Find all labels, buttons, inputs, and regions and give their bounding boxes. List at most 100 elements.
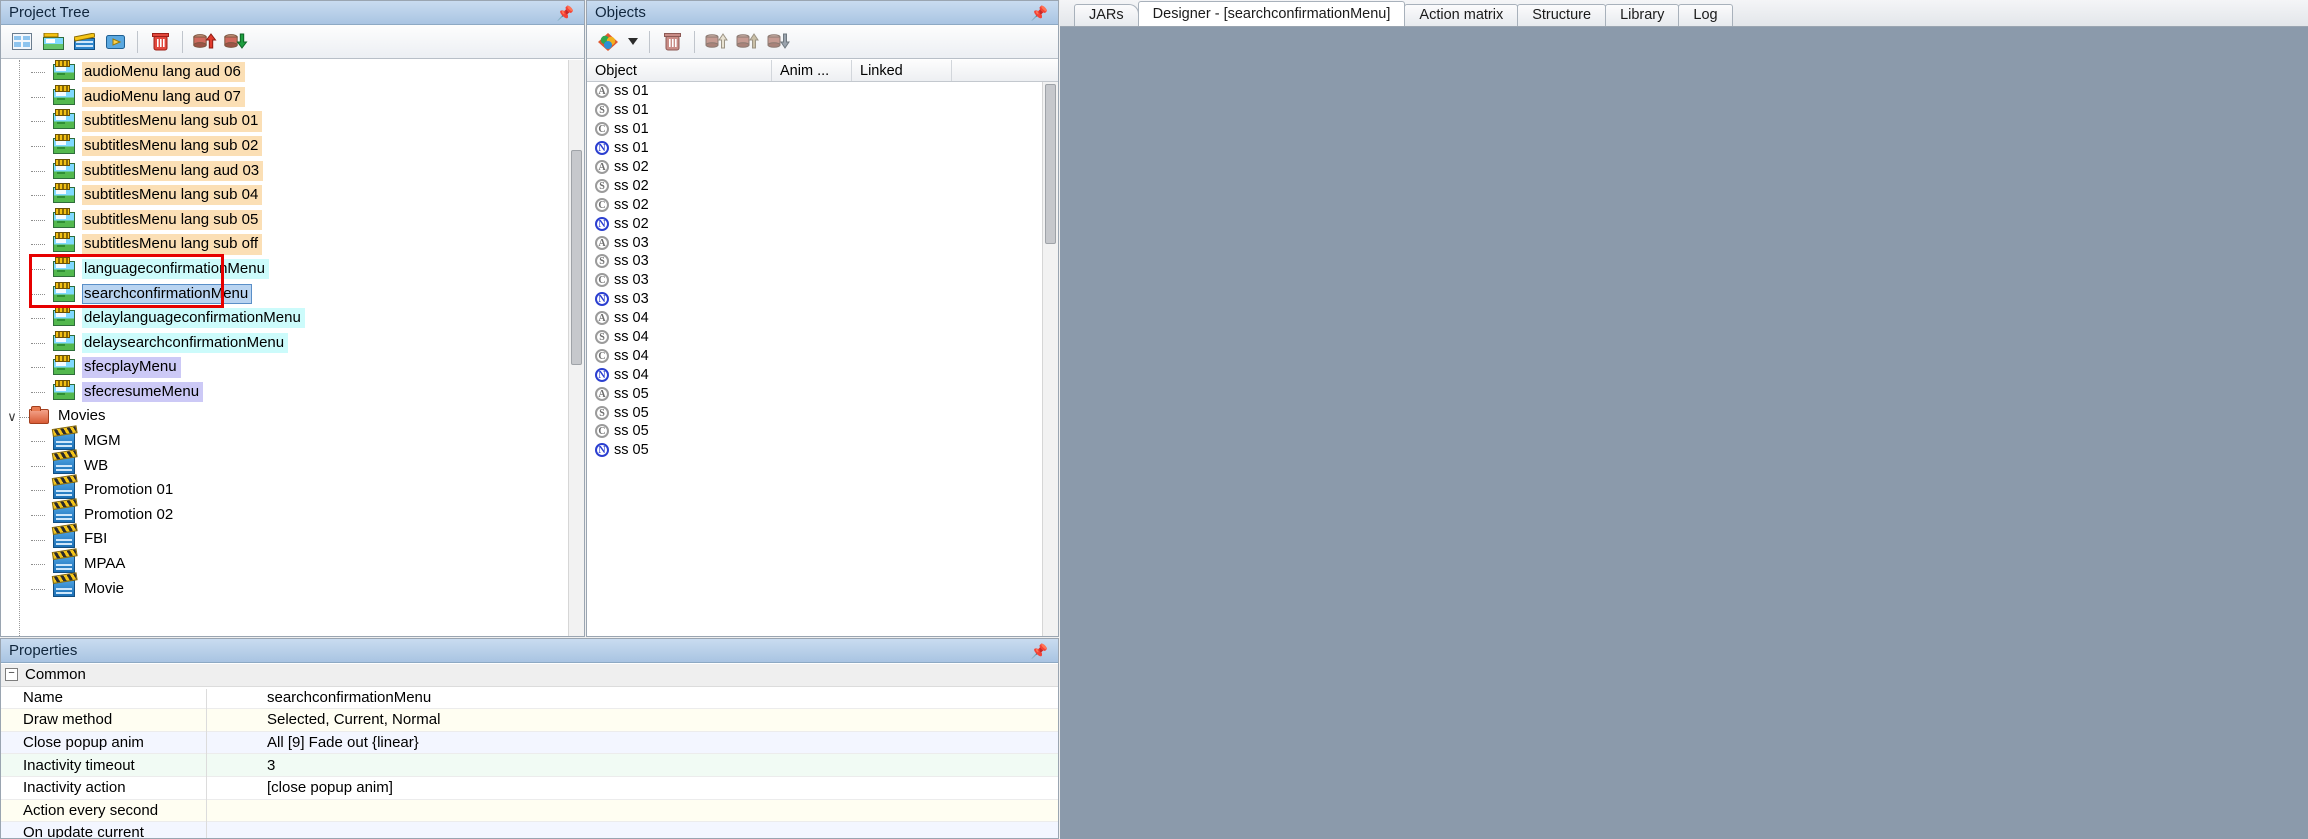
tree-item-subtitlesmenu-lang-aud-03[interactable]: subtitlesMenu lang aud 03 <box>1 158 584 183</box>
project-tree-scrollbar[interactable] <box>568 60 584 636</box>
tab-structure[interactable]: Structure <box>1517 4 1607 26</box>
tree-item-searchconfirmationmenu[interactable]: searchconfirmationMenu <box>1 281 584 306</box>
tree-item-sfecplaymenu[interactable]: sfecplayMenu <box>1 355 584 380</box>
tree-item-mgm[interactable]: MGM <box>1 429 584 454</box>
object-row-label: ss 03 <box>614 291 649 308</box>
property-row[interactable]: Inactivity timeout 3 <box>1 754 1058 777</box>
tree-item-subtitlesmenu-lang-sub-02[interactable]: subtitlesMenu lang sub 02 <box>1 134 584 159</box>
object-row[interactable]: Nss 02 <box>587 214 1058 233</box>
tab-log[interactable]: Log <box>1678 4 1733 26</box>
tree-item-movies[interactable]: ∨ Movies <box>1 404 584 429</box>
object-row[interactable]: Nss 01 <box>587 139 1058 158</box>
column-header-anim[interactable]: Anim ... <box>772 60 852 81</box>
new-playlist-button[interactable] <box>102 29 128 55</box>
tree-item-fbi[interactable]: FBI <box>1 527 584 552</box>
tree-item-audiomenu-lang-aud-07[interactable]: audioMenu lang aud 07 <box>1 84 584 110</box>
tree-item-label: subtitlesMenu lang sub off <box>82 234 263 255</box>
tree-item-movie[interactable]: Movie <box>1 576 584 601</box>
property-value[interactable]: Selected, Current, Normal <box>261 711 1058 728</box>
object-row[interactable]: Nss 04 <box>587 365 1058 384</box>
object-row[interactable]: Ass 02 <box>587 158 1058 177</box>
column-header-linked[interactable]: Linked <box>852 60 952 81</box>
tree-connector <box>31 331 53 356</box>
property-row[interactable]: Action every second <box>1 799 1058 823</box>
collapse-icon[interactable]: − <box>5 668 18 682</box>
property-value[interactable]: All [9] Fade out {linear} <box>261 734 1058 751</box>
new-scene-button[interactable] <box>40 29 66 55</box>
tree-item-mpaa[interactable]: MPAA <box>1 552 584 577</box>
object-raise-button[interactable] <box>735 29 761 55</box>
tree-connector <box>31 552 53 577</box>
tree-item-audiomenu-lang-aud-06[interactable]: audioMenu lang aud 06 <box>1 60 584 85</box>
pin-icon[interactable]: 📌 <box>1031 1 1050 25</box>
new-movie-button[interactable] <box>71 29 97 55</box>
property-row[interactable]: Draw method Selected, Current, Normal <box>1 709 1058 732</box>
property-row[interactable]: Name searchconfirmationMenu <box>1 686 1058 710</box>
property-value[interactable]: 3 <box>261 757 1058 774</box>
column-header-object[interactable]: Object <box>587 60 772 81</box>
tree-item-subtitlesmenu-lang-sub-05[interactable]: subtitlesMenu lang sub 05 <box>1 207 584 233</box>
object-row[interactable]: Css 02 <box>587 195 1058 214</box>
move-up-button[interactable] <box>192 29 218 55</box>
object-row[interactable]: Ass 03 <box>587 233 1058 252</box>
object-row[interactable]: Ass 05 <box>587 384 1058 403</box>
move-down-button[interactable] <box>223 29 249 55</box>
object-row[interactable]: Css 04 <box>587 346 1058 365</box>
designer-canvas[interactable]: 1 <box>1060 27 2308 839</box>
object-row[interactable]: Css 05 <box>587 422 1058 441</box>
property-group-common[interactable]: − Common <box>1 664 1058 687</box>
object-row[interactable]: Sss 02 <box>587 176 1058 195</box>
property-row[interactable]: On update current <box>1 822 1058 838</box>
chevron-down-icon[interactable] <box>626 29 640 55</box>
object-row[interactable]: Nss 03 <box>587 290 1058 309</box>
tree-item-label: subtitlesMenu lang sub 05 <box>82 209 263 230</box>
object-row[interactable]: Css 03 <box>587 271 1058 290</box>
tree-item-wb[interactable]: WB <box>1 454 584 479</box>
project-tree-body[interactable]: audioMenu lang aud 06 audioMenu lang aud … <box>1 60 584 636</box>
tree-item-subtitlesmenu-lang-sub-off[interactable]: subtitlesMenu lang sub off <box>1 232 584 257</box>
object-row[interactable]: Nss 05 <box>587 441 1058 460</box>
tree-item-languageconfirmationmenu[interactable]: languageconfirmationMenu <box>1 257 584 282</box>
tree-item-delaylanguageconfirmationmenu[interactable]: delaylanguageconfirmationMenu <box>1 306 584 331</box>
object-row[interactable]: Ass 04 <box>587 309 1058 328</box>
tree-item-promotion-02[interactable]: Promotion 02 <box>1 503 584 528</box>
property-row[interactable]: Close popup anim All [9] Fade out {linear… <box>1 731 1058 755</box>
objects-list[interactable]: Ass 01 Sss 01 Css 01 Nss 01 Ass 02 Sss 02 Css … <box>587 82 1058 636</box>
tree-connector <box>31 355 53 380</box>
project-tree-title: Project Tree <box>9 3 90 21</box>
objects-scrollbar[interactable] <box>1042 82 1058 636</box>
tab-action-matrix[interactable]: Action matrix <box>1404 4 1519 26</box>
property-value[interactable]: [close popup anim] <box>261 779 1058 796</box>
properties-grid[interactable]: − Common Name searchconfirmationMenu Draw me… <box>1 664 1058 838</box>
new-menu-button[interactable] <box>9 29 35 55</box>
object-row[interactable]: Ass 01 <box>587 82 1058 101</box>
object-row[interactable]: Sss 05 <box>587 403 1058 422</box>
object-up-button[interactable] <box>704 29 730 55</box>
tree-item-label: Promotion 02 <box>84 505 174 523</box>
tree-item-promotion-01[interactable]: Promotion 01 <box>1 478 584 503</box>
object-lower-button[interactable] <box>766 29 792 55</box>
scrollbar-thumb[interactable] <box>571 150 582 365</box>
object-row[interactable]: Css 01 <box>587 120 1058 139</box>
tab-library[interactable]: Library <box>1605 4 1680 26</box>
tree-item-sfecresumemenu[interactable]: sfecresumeMenu <box>1 380 584 405</box>
property-row[interactable]: Inactivity action [close popup anim] <box>1 776 1058 800</box>
tab-designer-searchconfirmationmenu[interactable]: Designer - [searchconfirmationMenu] <box>1137 1 1406 26</box>
scrollbar-thumb[interactable] <box>1045 84 1056 244</box>
tree-item-subtitlesmenu-lang-sub-01[interactable]: subtitlesMenu lang sub 01 <box>1 109 584 134</box>
delete-button[interactable] <box>147 29 173 55</box>
object-row[interactable]: Sss 01 <box>587 101 1058 120</box>
object-row[interactable]: Sss 04 <box>587 328 1058 347</box>
property-value[interactable]: searchconfirmationMenu <box>261 689 1058 706</box>
properties-column-splitter[interactable] <box>206 689 207 838</box>
add-object-button[interactable] <box>595 29 621 55</box>
pin-icon[interactable]: 📌 <box>1031 639 1050 663</box>
tab-jars[interactable]: JARs <box>1074 4 1139 26</box>
pin-icon[interactable]: 📌 <box>557 1 576 25</box>
chevron-down-icon[interactable]: ∨ <box>5 409 19 425</box>
delete-object-button[interactable] <box>659 29 685 55</box>
property-name: Close popup anim <box>23 734 144 752</box>
tree-item-subtitlesmenu-lang-sub-04[interactable]: subtitlesMenu lang sub 04 <box>1 183 584 208</box>
tree-item-delaysearchconfirmationmenu[interactable]: delaysearchconfirmationMenu <box>1 330 584 356</box>
object-row[interactable]: Sss 03 <box>587 252 1058 271</box>
